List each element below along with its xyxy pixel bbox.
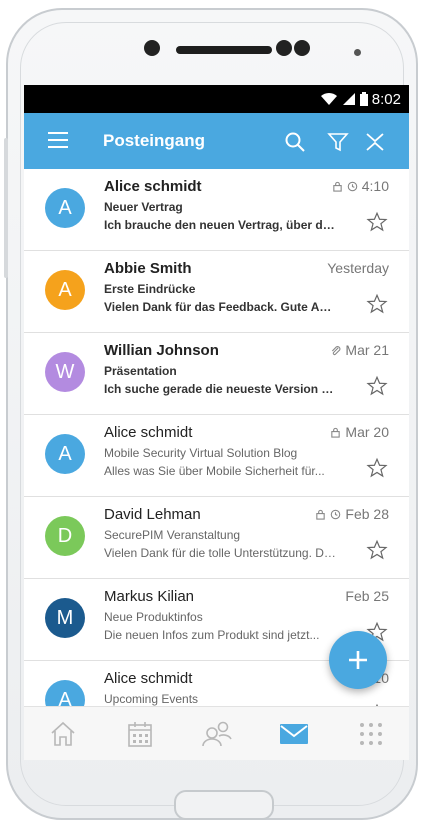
message-meta: Feb 25 [345, 588, 389, 604]
battery-icon [359, 92, 368, 106]
clock-icon [347, 181, 358, 192]
message-meta: Mar 21 [330, 342, 389, 358]
sender-name: Alice schmidt [104, 178, 202, 195]
home-button[interactable] [174, 790, 274, 820]
lock-icon [332, 181, 343, 192]
mail-icon [279, 723, 308, 744]
message-meta: Mar 20 [330, 424, 389, 440]
sender-name: Alice schmidt [104, 424, 193, 441]
star-icon[interactable] [366, 457, 388, 479]
message-meta: Yesterday [327, 260, 389, 276]
message-subject: Mobile Security Virtual Solution Blog [104, 446, 298, 460]
plus-icon [349, 651, 367, 669]
compose-button[interactable] [329, 631, 387, 689]
lock-icon [330, 427, 341, 438]
collapse-icon[interactable] [363, 130, 387, 154]
nav-calendar[interactable] [120, 718, 160, 750]
star-icon[interactable] [366, 375, 388, 397]
list-item[interactable]: W Willian Johnson Präsentation Ich suche ge… [24, 333, 409, 415]
list-item[interactable]: D David Lehman SecurePIM Veranstaltung Viel… [24, 497, 409, 579]
avatar: A [45, 188, 85, 228]
wifi-icon [320, 92, 337, 105]
sender-name: David Lehman [104, 506, 201, 523]
page-title: Posteingang [103, 131, 206, 150]
attachment-icon [330, 345, 341, 356]
sender-name: Markus Kilian [104, 588, 195, 605]
phone-screen: 8:02 Posteingang A Alice schmidt Neuer Ver… [24, 85, 409, 760]
avatar: A [45, 434, 85, 474]
message-preview: Ich brauche den neuen Vertrag, über den.… [104, 218, 336, 232]
sensor-dot-left [276, 40, 292, 56]
app-bar: Posteingang [24, 113, 409, 169]
star-icon[interactable] [366, 293, 388, 315]
message-subject: Upcoming Events [104, 692, 199, 706]
front-camera [144, 40, 160, 56]
avatar: A [45, 270, 85, 310]
nav-home[interactable] [43, 718, 83, 750]
signal-icon [342, 93, 355, 105]
message-preview: Vielen Dank für das Feedback. Gute Arbei… [104, 300, 336, 314]
sender-name: Willian Johnson [104, 342, 219, 359]
filter-icon[interactable] [326, 130, 350, 154]
message-meta: Feb 28 [315, 506, 389, 522]
avatar: M [45, 598, 85, 638]
sender-name: Abbie Smith [104, 260, 192, 277]
message-meta: 4:10 [332, 178, 389, 194]
message-time: Feb 25 [345, 588, 389, 604]
lock-icon [315, 509, 326, 520]
list-item[interactable]: A Abbie Smith Erste Eindrücke Vielen Dank f… [24, 251, 409, 333]
contacts-icon [201, 721, 232, 746]
nav-mail[interactable] [274, 718, 314, 750]
avatar: D [45, 516, 85, 556]
nav-contacts[interactable] [197, 718, 237, 750]
nav-apps[interactable] [351, 718, 391, 750]
message-subject: Präsentation [104, 364, 177, 378]
earpiece-speaker [176, 46, 272, 54]
message-time: Feb 28 [345, 506, 389, 522]
clock-icon [330, 509, 341, 520]
message-subject: Erste Eindrücke [104, 282, 196, 296]
message-preview: Die neuen Infos zum Produkt sind jetzt..… [104, 628, 320, 642]
sender-name: Alice schmidt [104, 670, 193, 687]
star-icon[interactable] [366, 211, 388, 233]
avatar: W [45, 352, 85, 392]
list-item[interactable]: A Alice schmidt Mobile Security Virtual So… [24, 415, 409, 497]
side-button [4, 138, 8, 278]
message-preview: Vielen Dank für die tolle Unterstützung.… [104, 546, 336, 560]
message-time: Yesterday [327, 260, 389, 276]
sensor-dot-right [294, 40, 310, 56]
home-icon [50, 721, 75, 746]
proximity-sensor [354, 49, 361, 56]
search-icon[interactable] [283, 130, 307, 154]
message-subject: Neue Produktinfos [104, 610, 203, 624]
bottom-navigation [24, 706, 409, 760]
message-preview: Alles was Sie über Mobile Sicherheit für… [104, 464, 325, 478]
star-icon[interactable] [366, 539, 388, 561]
message-time: Mar 21 [345, 342, 389, 358]
message-time: 4:10 [361, 178, 389, 194]
message-subject: SecurePIM Veranstaltung [104, 528, 241, 542]
message-time: Mar 20 [345, 424, 389, 440]
calendar-icon [127, 721, 152, 747]
message-preview: Ich suche gerade die neueste Version der… [104, 382, 336, 396]
apps-grid-icon [359, 722, 382, 745]
status-bar: 8:02 [24, 85, 409, 113]
list-item[interactable]: A Alice schmidt Neuer Vertrag Ich brauche d… [24, 169, 409, 251]
status-time: 8:02 [371, 90, 401, 108]
menu-icon[interactable] [48, 132, 68, 153]
message-subject: Neuer Vertrag [104, 200, 183, 214]
